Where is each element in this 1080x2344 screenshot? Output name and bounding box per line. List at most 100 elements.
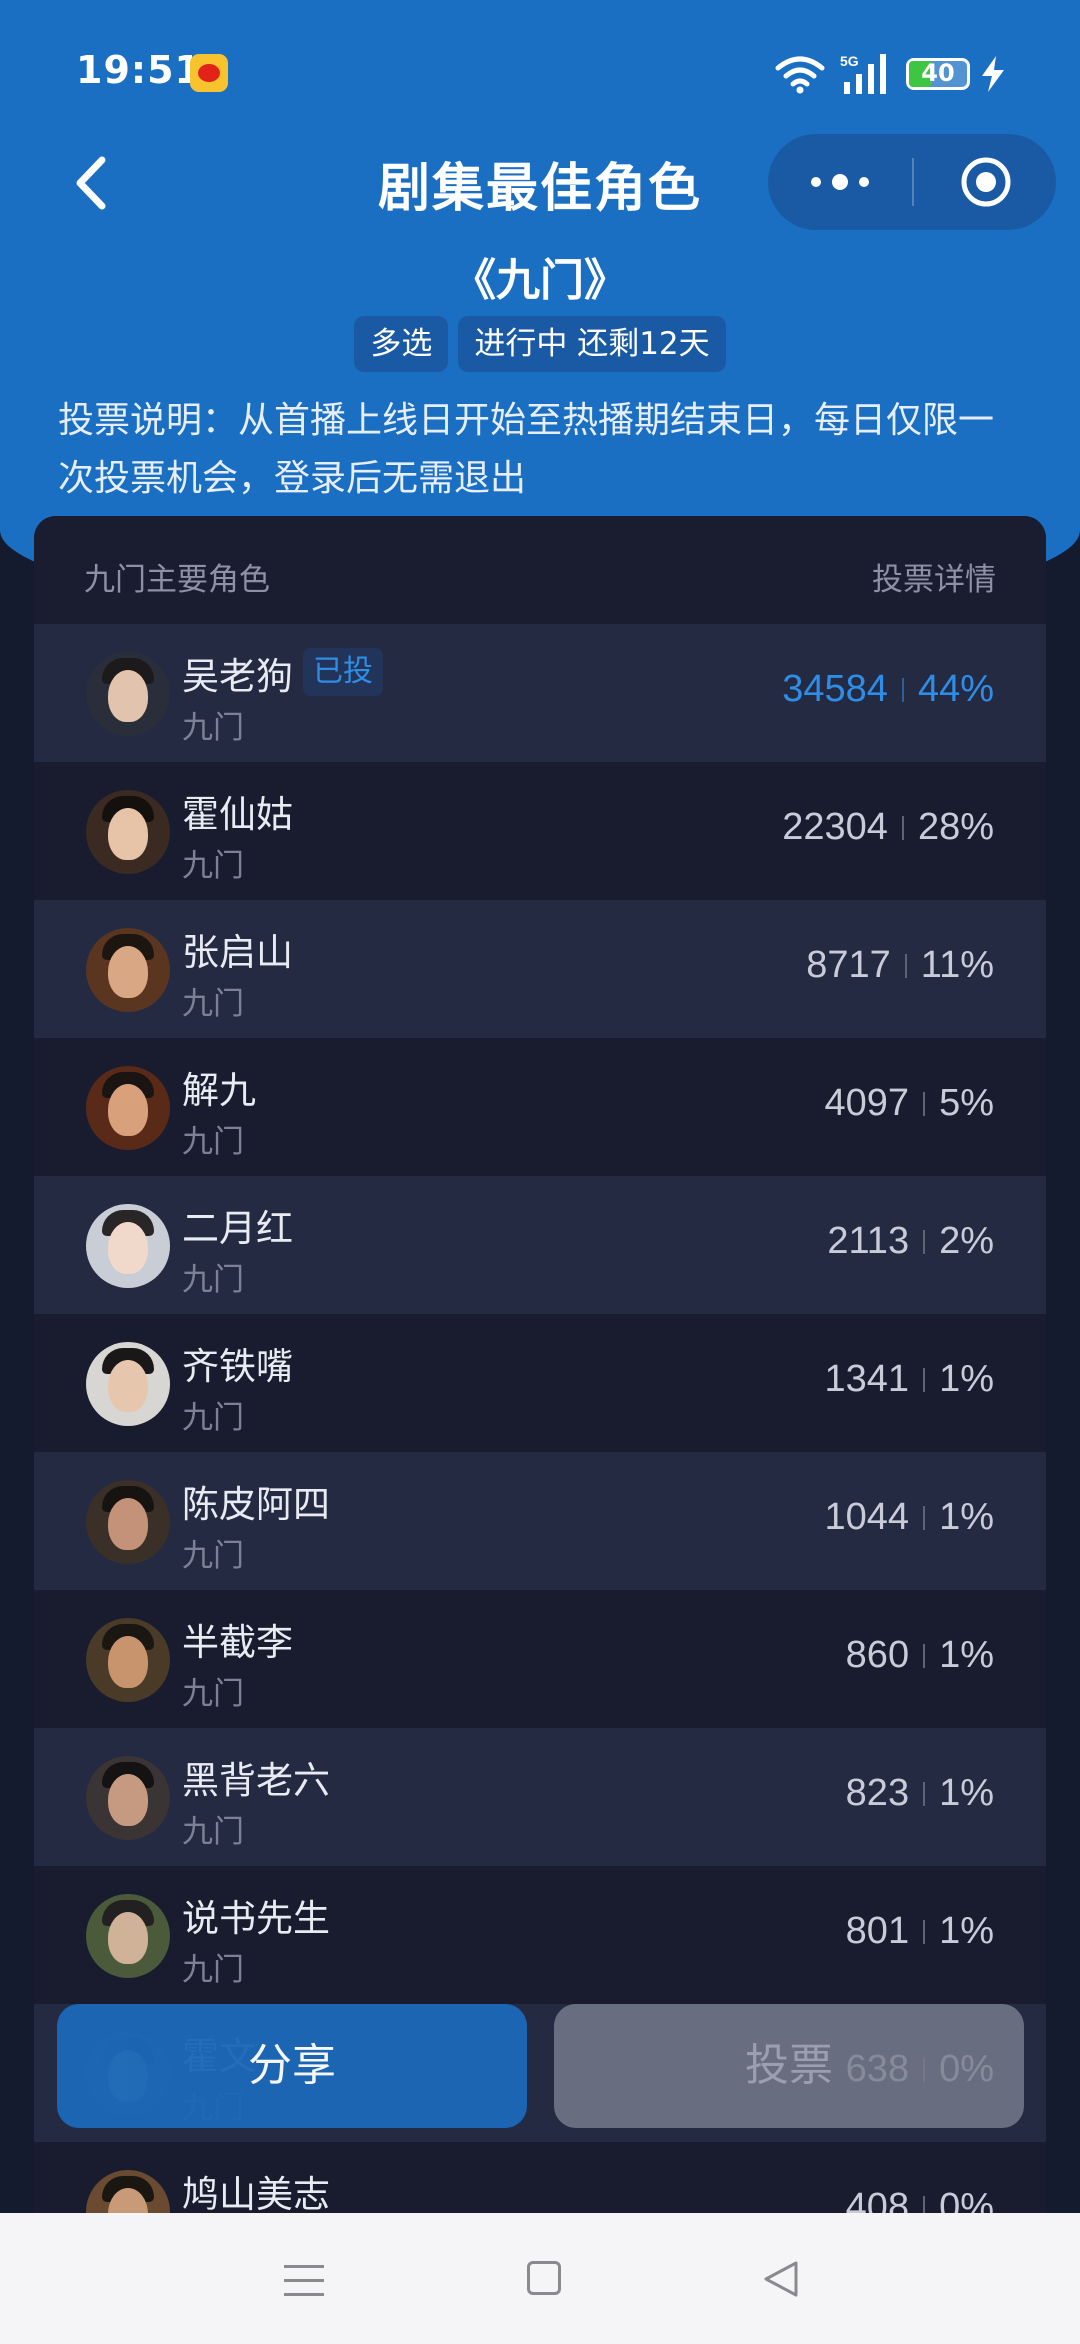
vote-count: 1341 [824,1358,910,1400]
candidate-series: 九门 [182,1400,244,1436]
vote-button[interactable]: 投票 [554,2004,1024,2128]
avatar [86,1066,170,1150]
vote-stats: 34584 44% [782,668,994,711]
vote-stats: 823 1% [846,1772,994,1815]
share-button[interactable]: 分享 [57,2004,527,2128]
vote-stats: 1044 1% [825,1496,994,1539]
candidate-series: 九门 [182,986,244,1022]
candidate-series: 九门 [182,710,244,746]
avatar [86,1480,170,1564]
candidate-row[interactable]: 解九九门 4097 5% [34,1038,1046,1176]
avatar [86,1756,170,1840]
avatar [86,1618,170,1702]
poll-subtitle: 《九门》 [452,255,628,306]
candidate-name: 鸠山美志 [182,2173,330,2216]
candidate-row[interactable]: 说书先生九门 801 1% [34,1866,1046,2004]
candidate-series: 九门 [182,1262,244,1298]
vote-percent: 1% [939,1634,994,1676]
candidate-series: 九门 [182,1676,244,1712]
stats-divider [923,1229,926,1254]
candidate-name: 解九 [182,1069,256,1112]
more-dots-icon[interactable] [808,168,872,196]
candidate-name: 半截李 [182,1621,293,1664]
vote-stats: 2113 2% [827,1220,994,1263]
status-time: 19:51 [76,48,202,92]
vote-count: 34584 [782,668,888,710]
vote-count: 2113 [827,1220,910,1262]
vote-stats: 8717 11% [806,944,994,987]
candidate-list: 吴老狗 已投 九门 34584 44% 霍仙姑 九门 22304 28% 张启山 九门 8717 11%… [34,624,1046,2216]
avatar [86,928,170,1012]
candidate-name: 说书先生 [182,1897,330,1940]
avatar [86,652,170,736]
stats-divider [923,1505,926,1530]
vote-percent: 2% [939,1220,994,1262]
battery-level: 40 [921,59,955,87]
candidate-row[interactable]: 二月红九门 2113 2% [34,1176,1046,1314]
candidate-row[interactable]: 黑背老六 九门 823 1% [34,1728,1046,1866]
panel-header: 九门主要角色 投票详情 [34,516,1046,624]
avatar [86,1204,170,1288]
charging-bolt-icon [982,56,1004,92]
candidate-name: 齐铁嘴 [182,1345,293,1388]
vote-count: 408 [845,2186,910,2216]
candidate-row[interactable]: 陈皮阿四九门 1044 1% [34,1452,1046,1590]
avatar [86,2170,170,2216]
vote-count: 4097 [824,1082,910,1124]
candidate-name: 张启山 [182,931,293,974]
vote-stats: 801 1% [846,1910,994,1953]
back-triangle-icon[interactable] [762,2259,800,2299]
vote-percent: 28% [917,806,994,848]
vote-percent: 5% [939,1082,994,1124]
stats-divider [923,1781,926,1806]
weibo-icon [190,54,228,92]
vote-count: 801 [845,1910,910,1952]
vote-percent: 1% [939,1910,994,1952]
vote-stats: 22304 28% [782,806,994,849]
avatar-face [108,670,148,722]
avatar-face [108,1912,148,1964]
menu-icon[interactable] [284,2263,324,2299]
target-icon[interactable] [960,156,1012,208]
avatar-face [108,1774,148,1826]
panel-title: 九门主要角色 [84,562,270,598]
candidate-series: 九门 [182,1538,244,1574]
candidate-row[interactable]: 鸠山美志九门4080% [34,2142,1046,2216]
avatar-face [108,1636,148,1688]
vote-count: 22304 [782,806,888,848]
avatar-face [108,946,148,998]
candidate-name: 二月红 [182,1207,293,1250]
candidate-series: 九门 [182,1952,244,1988]
battery-icon: 40 [906,58,970,90]
network-label: 5G [840,53,859,69]
candidate-row[interactable]: 霍仙姑 九门 22304 28% [34,762,1046,900]
avatar-face [108,1222,148,1274]
stats-divider [901,677,904,702]
candidate-row[interactable]: 吴老狗 已投 九门 34584 44% [34,624,1046,762]
vote-percent: 11% [920,944,994,986]
avatar [86,1894,170,1978]
avatar-face [108,808,148,860]
candidate-row[interactable]: 齐铁嘴九门 1341 1% [34,1314,1046,1452]
home-square-icon[interactable] [527,2261,561,2295]
poll-badges: 多选 进行中 还剩12天 [0,316,1080,372]
avatar [86,1342,170,1426]
vote-count: 860 [845,1634,910,1676]
candidate-name: 吴老狗 [182,655,293,698]
stats-divider [923,1643,926,1668]
candidate-row[interactable]: 半截李九门 860 1% [34,1590,1046,1728]
stats-divider [904,953,907,978]
vote-details-link[interactable]: 投票详情 [872,554,996,599]
avatar-face [108,1084,148,1136]
vote-percent: 1% [939,1358,994,1400]
candidate-name: 陈皮阿四 [182,1483,330,1526]
poll-status-badge: 进行中 还剩12天 [458,316,726,372]
system-nav-bar [0,2213,1080,2344]
capsule-divider [912,158,914,206]
multi-select-badge: 多选 [354,316,449,372]
candidate-series: 九门 [182,1124,244,1160]
candidate-series: 九门 [182,848,244,884]
avatar [86,790,170,874]
candidate-series: 九门 [182,1814,244,1850]
candidate-row[interactable]: 张启山九门 8717 11% [34,900,1046,1038]
